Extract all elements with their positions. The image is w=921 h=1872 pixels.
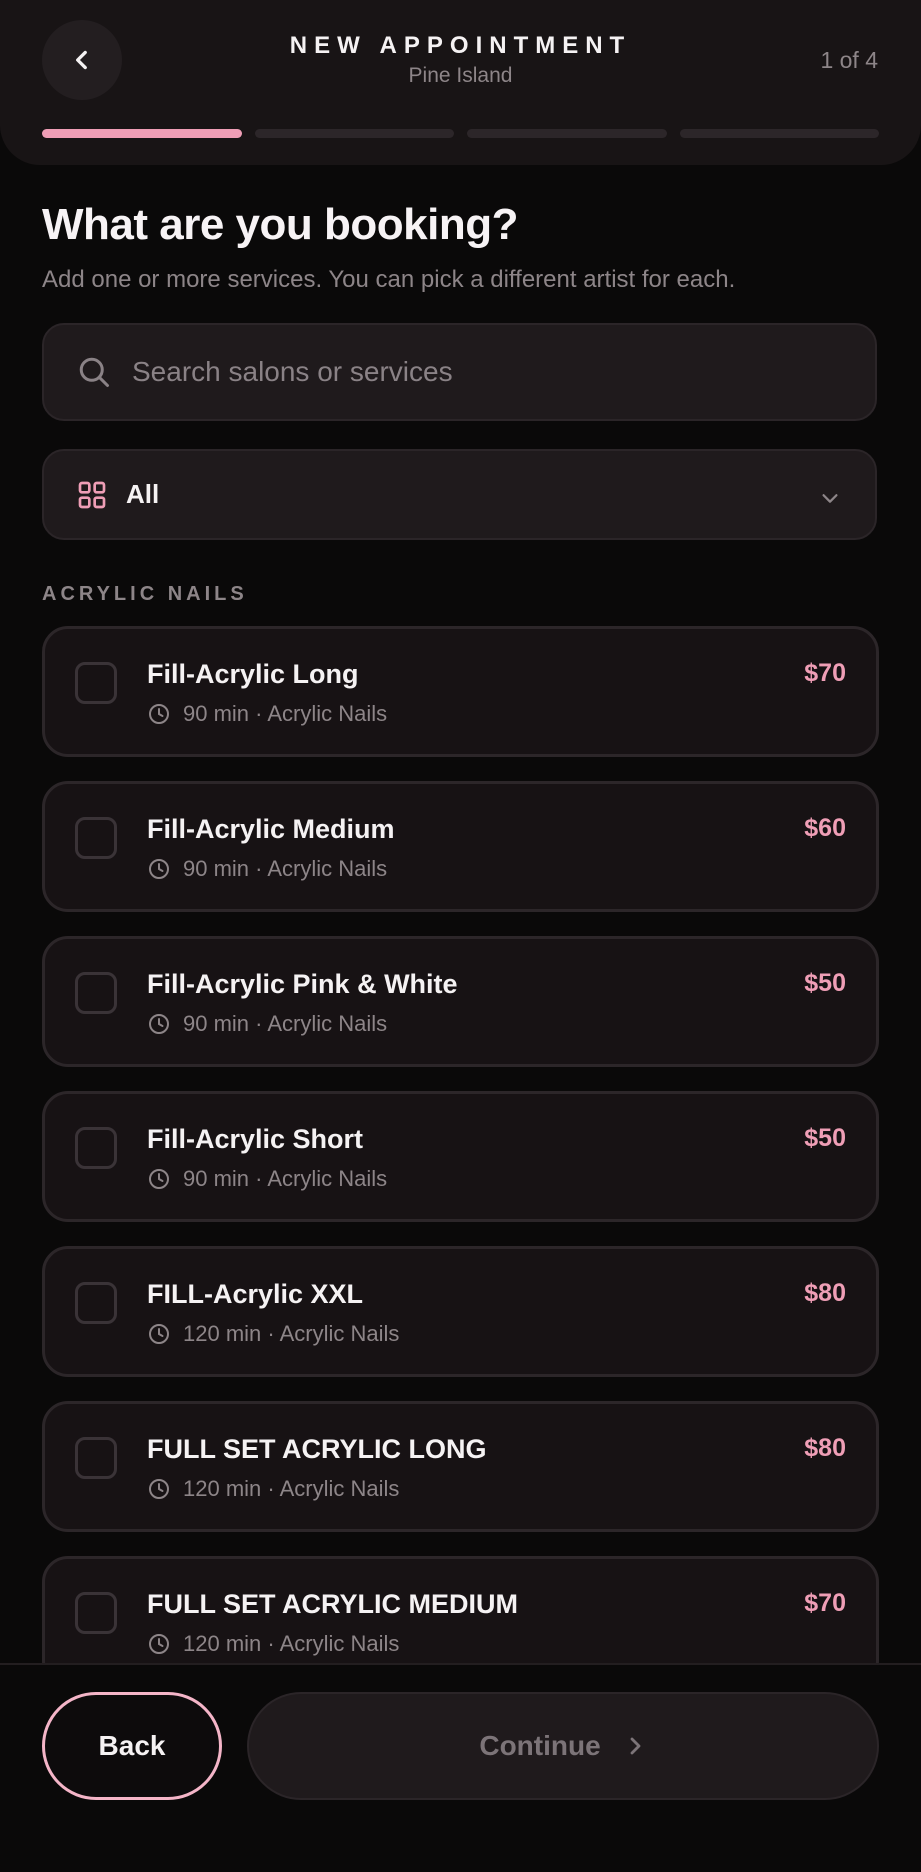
service-name: FILL-Acrylic XXL <box>147 1279 364 1309</box>
service-meta: 90 min · Acrylic Nails <box>147 701 387 727</box>
service-duration-category: 90 min · Acrylic Nails <box>183 856 388 881</box>
service-price: $50 <box>804 969 846 997</box>
progress-bar <box>42 129 879 138</box>
chevron-right-icon <box>630 1737 641 1755</box>
service-name: Fill-Acrylic Long <box>147 659 359 689</box>
search-bar[interactable] <box>42 323 877 421</box>
service-checkbox[interactable] <box>75 1282 117 1324</box>
search-input[interactable] <box>130 355 834 389</box>
clock-icon <box>149 1479 169 1499</box>
service-duration-category: 90 min · Acrylic Nails <box>183 1011 388 1036</box>
category-filter-dropdown[interactable]: All <box>42 449 877 540</box>
clock-icon <box>149 1634 169 1654</box>
continue-label: Continue <box>479 1730 601 1761</box>
service-name: Fill-Acrylic Medium <box>147 814 395 844</box>
chevron-down-icon <box>822 494 838 503</box>
service-duration-category: 90 min · Acrylic Nails <box>183 701 388 726</box>
back-button[interactable]: Back <box>42 1692 222 1800</box>
service-card[interactable]: Fill-Acrylic Long 90 min · Acrylic Nails $… <box>42 626 879 757</box>
page-title: What are you booking? <box>42 200 518 249</box>
clock-icon <box>149 859 169 879</box>
clock-icon <box>149 1014 169 1034</box>
clock-icon <box>149 704 169 724</box>
step-indicator: 1 of 4 <box>820 47 878 73</box>
service-price: $70 <box>804 659 846 687</box>
service-checkbox[interactable] <box>75 817 117 859</box>
header-location: Pine Island <box>408 64 513 87</box>
clock-icon <box>149 1324 169 1344</box>
service-name: FULL SET ACRYLIC MEDIUM <box>147 1589 518 1619</box>
footer-bar: Back Continue <box>0 1663 921 1872</box>
page-subtitle: Add one or more services. You can pick a… <box>42 266 736 293</box>
service-price: $80 <box>804 1434 846 1462</box>
search-icon <box>79 357 109 387</box>
clock-icon <box>149 1169 169 1189</box>
service-price: $50 <box>804 1124 846 1152</box>
service-checkbox[interactable] <box>75 972 117 1014</box>
service-meta: 120 min · Acrylic Nails <box>147 1321 399 1347</box>
progress-segment <box>42 129 242 138</box>
service-name: Fill-Acrylic Short <box>147 1124 364 1154</box>
progress-segment <box>254 129 454 138</box>
service-duration-category: 120 min · Acrylic Nails <box>183 1476 400 1501</box>
service-name: Fill-Acrylic Pink & White <box>147 969 458 999</box>
service-checkbox[interactable] <box>75 1592 117 1634</box>
service-price: $80 <box>804 1279 846 1307</box>
service-checkbox[interactable] <box>75 1127 117 1169</box>
continue-button[interactable]: Continue <box>247 1692 879 1800</box>
service-duration-category: 90 min · Acrylic Nails <box>183 1166 388 1191</box>
service-card[interactable]: Fill-Acrylic Medium 90 min · Acrylic Nail… <box>42 781 879 912</box>
progress-segment <box>679 129 879 138</box>
header-title: NEW APPOINTMENT <box>289 32 632 59</box>
service-card[interactable]: FILL-Acrylic XXL 120 min · Acrylic Nails $… <box>42 1246 879 1377</box>
service-meta: 90 min · Acrylic Nails <box>147 1166 387 1192</box>
service-meta: 90 min · Acrylic Nails <box>147 1011 387 1037</box>
service-price: $60 <box>804 814 846 842</box>
service-name: FULL SET ACRYLIC LONG <box>147 1434 487 1464</box>
service-price: $70 <box>804 1589 846 1617</box>
app-header: NEW APPOINTMENT Pine Island 1 of 4 <box>0 0 921 165</box>
service-checkbox[interactable] <box>75 662 117 704</box>
service-meta: 120 min · Acrylic Nails <box>147 1631 399 1657</box>
service-card[interactable]: Fill-Acrylic Short 90 min · Acrylic Nails… <box>42 1091 879 1222</box>
service-card[interactable]: FULL SET ACRYLIC LONG 120 min · Acrylic N… <box>42 1401 879 1532</box>
progress-segment <box>467 129 667 138</box>
service-duration-category: 120 min · Acrylic Nails <box>183 1321 400 1346</box>
grid-icon <box>78 481 106 508</box>
service-meta: 120 min · Acrylic Nails <box>147 1476 399 1502</box>
service-checkbox[interactable] <box>75 1437 117 1479</box>
filter-selected-value: All <box>126 479 160 509</box>
service-meta: 90 min · Acrylic Nails <box>147 856 387 882</box>
service-card[interactable]: Fill-Acrylic Pink & White 90 min · Acryli… <box>42 936 879 1067</box>
service-duration-category: 120 min · Acrylic Nails <box>183 1631 400 1656</box>
section-heading: ACRYLIC NAILS <box>42 583 248 605</box>
